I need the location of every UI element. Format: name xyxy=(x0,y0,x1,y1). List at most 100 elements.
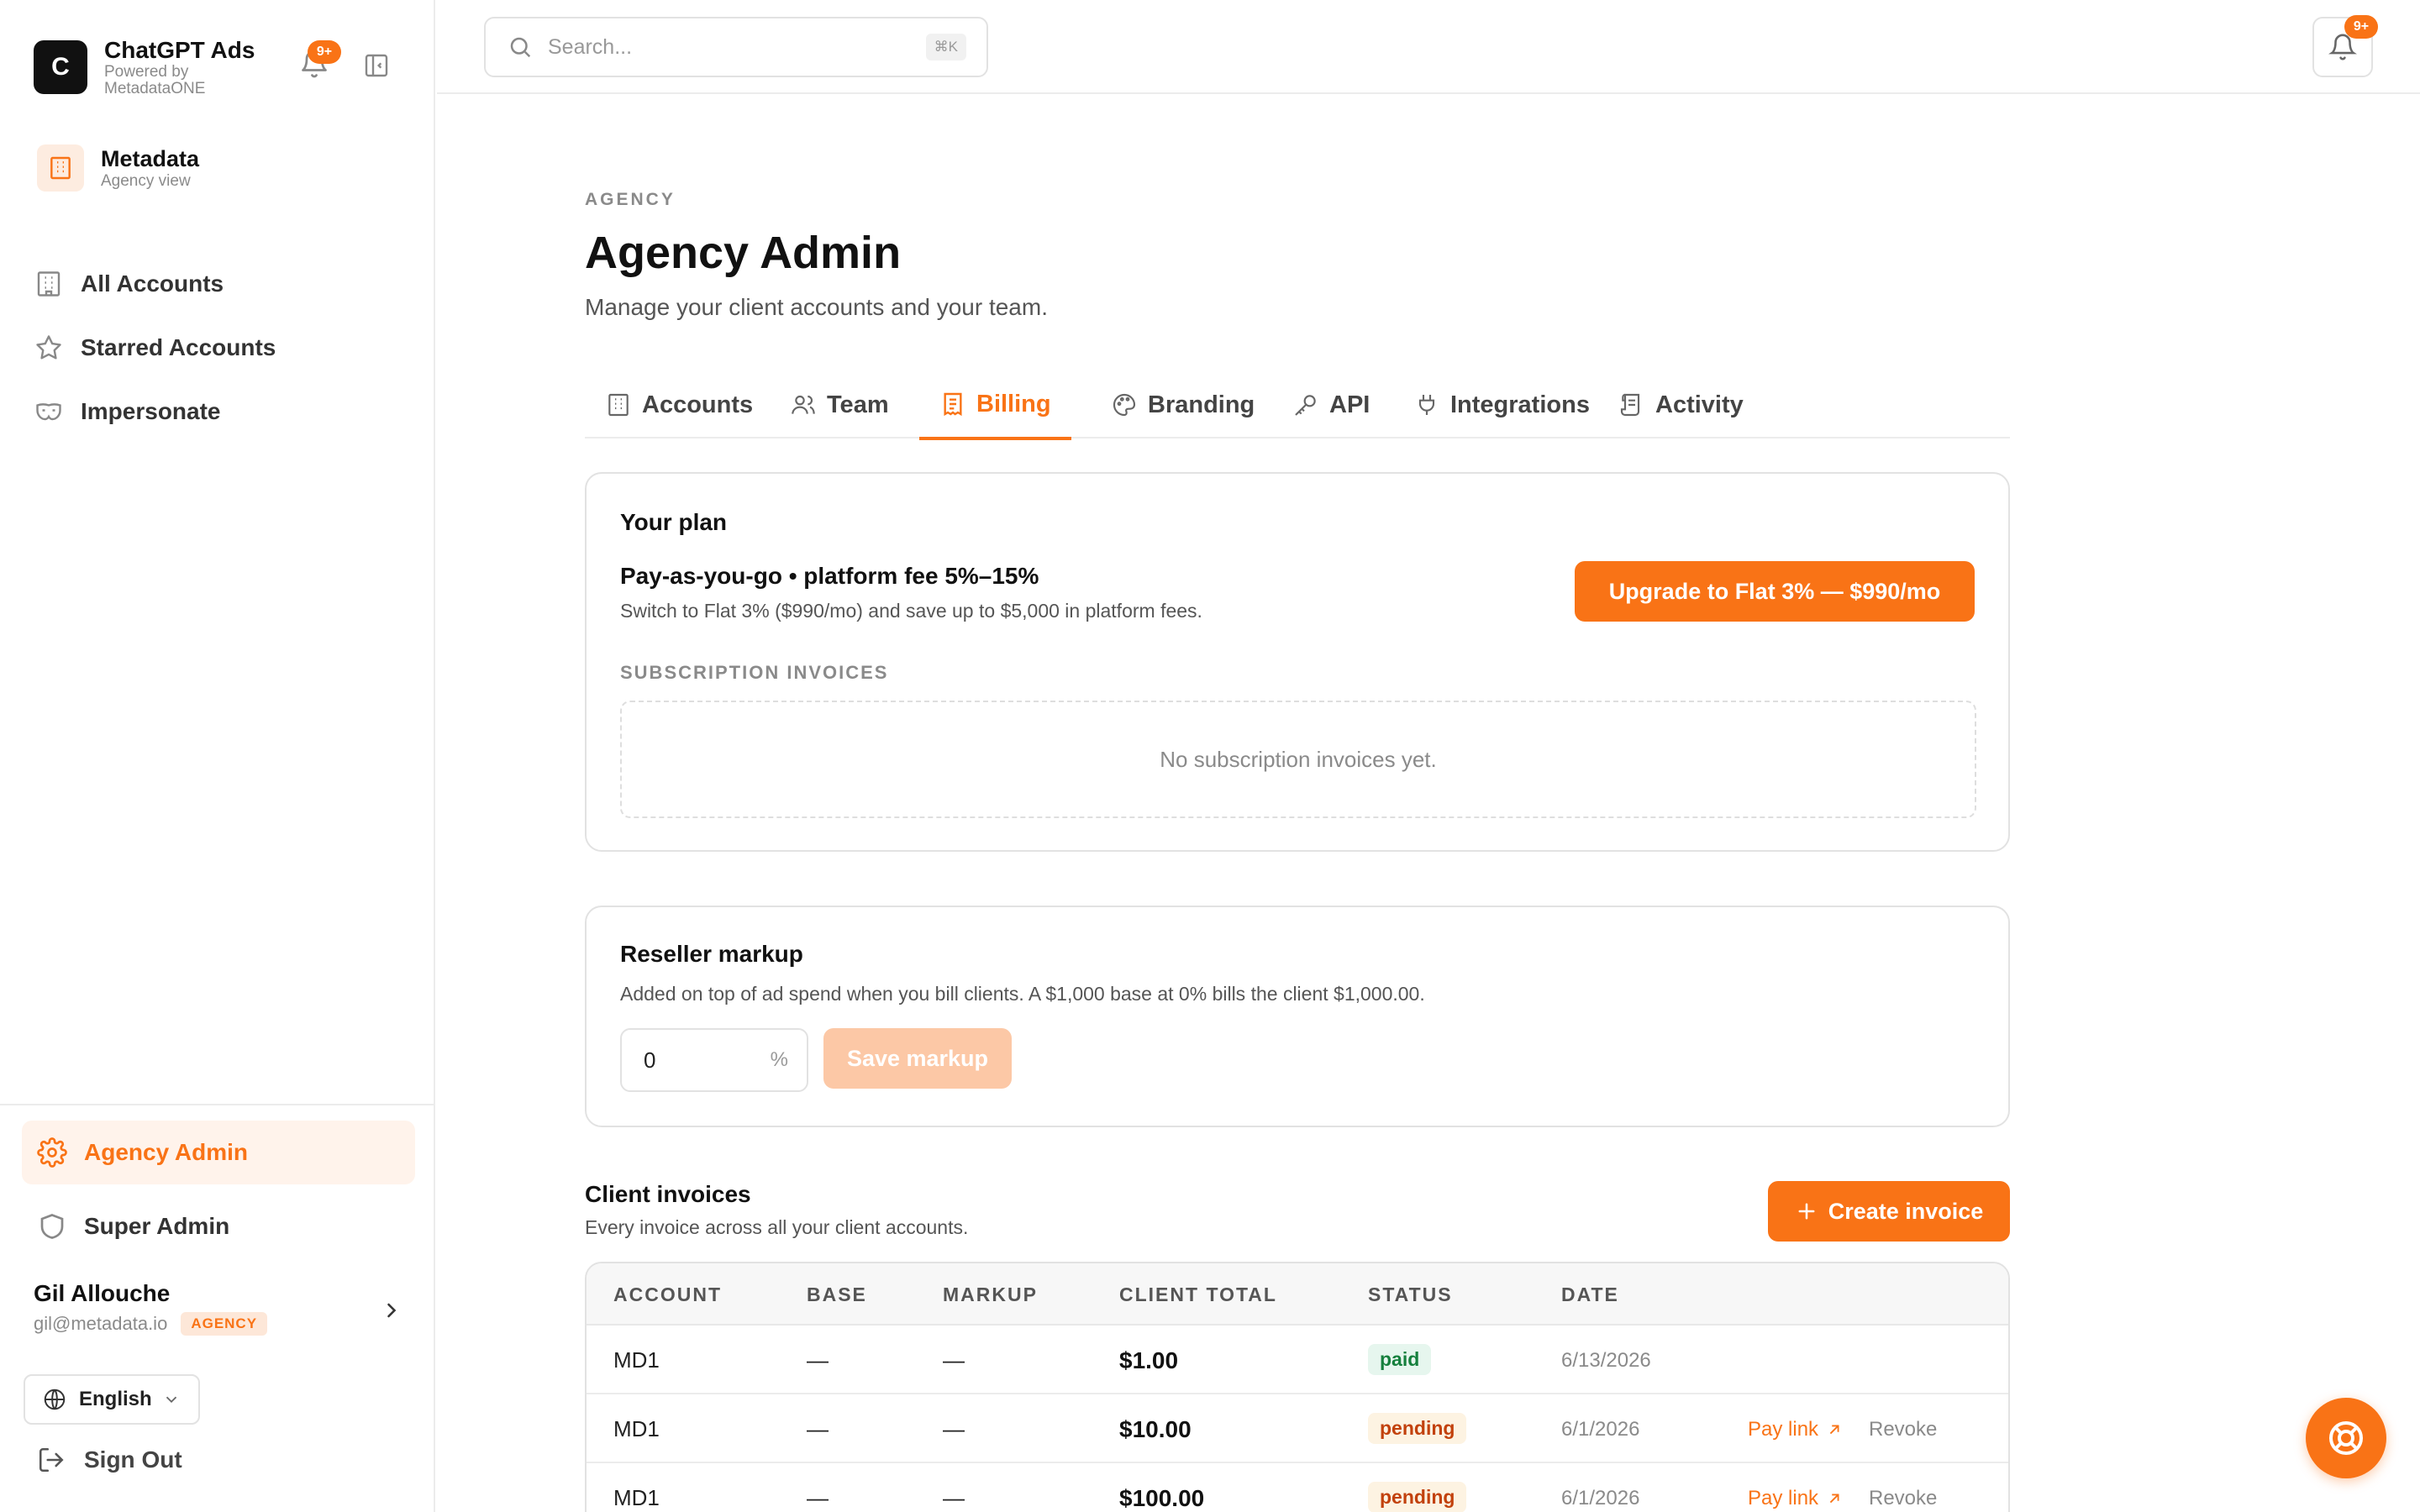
tab-activity[interactable]: Activity xyxy=(1598,371,1764,438)
notification-badge: 9+ xyxy=(308,40,341,64)
table-row[interactable]: MD1 — — $100.00 pending 6/1/2026 Pay lin… xyxy=(587,1463,2008,1512)
cell-date: 6/1/2026 xyxy=(1561,1418,1640,1441)
column-header: MARKUP xyxy=(943,1284,1038,1305)
sidebar-item-starred-accounts[interactable]: Starred Accounts xyxy=(34,316,403,380)
tab-team[interactable]: Team xyxy=(770,371,909,438)
cell-account: MD1 xyxy=(613,1416,660,1441)
sidebar-item-label: All Accounts xyxy=(81,270,224,297)
search-placeholder: Search... xyxy=(548,34,633,59)
sidebar-collapse-icon xyxy=(365,54,388,77)
subscription-invoices-label: SUBSCRIPTION INVOICES xyxy=(620,662,889,683)
notifications-button[interactable]: 9+ xyxy=(2312,15,2378,77)
client-invoices-table: ACCOUNT BASE MARKUP CLIENT TOTAL STATUS … xyxy=(585,1262,2010,1512)
cell-markup: — xyxy=(943,1485,965,1510)
log-out-icon xyxy=(39,1447,64,1473)
pay-link-label: Pay link xyxy=(1748,1487,1819,1509)
sidebar: C ChatGPT Ads Powered by MetadataONE 9+ … xyxy=(0,0,435,1512)
plus-icon xyxy=(1798,1203,1815,1220)
upgrade-plan-button[interactable]: Upgrade to Flat 3% — $990/mo xyxy=(1575,561,1975,622)
building-icon xyxy=(50,156,71,180)
user-email: gil@metadata.io xyxy=(34,1313,168,1334)
column-header: STATUS xyxy=(1368,1284,1453,1305)
cell-date: 6/1/2026 xyxy=(1561,1487,1640,1509)
percent-unit: % xyxy=(770,1048,788,1071)
sidebar-nav: All Accounts Starred Accounts Impersonat… xyxy=(34,252,403,444)
star-icon xyxy=(36,335,61,360)
page-subtitle: Manage your client accounts and your tea… xyxy=(585,294,1048,320)
markup-percent-input[interactable]: 0 % xyxy=(620,1028,808,1092)
plan-description: Switch to Flat 3% ($990/mo) and save up … xyxy=(620,600,1202,622)
cell-base: — xyxy=(807,1416,829,1441)
revoke-button[interactable]: Revoke xyxy=(1869,1418,1937,1441)
cell-date: 6/13/2026 xyxy=(1561,1349,1651,1372)
collapse-sidebar-button[interactable] xyxy=(363,52,390,79)
language-select[interactable]: English xyxy=(24,1374,200,1425)
role-badge: AGENCY xyxy=(181,1312,268,1336)
top-bar: Search... ⌘K 9+ xyxy=(437,0,2420,94)
brand-name: ChatGPT Ads xyxy=(104,37,255,63)
markup-card-title: Reseller markup xyxy=(620,941,803,967)
cell-client-total: $10.00 xyxy=(1119,1416,1192,1442)
tab-billing[interactable]: Billing xyxy=(919,371,1071,440)
scroll-icon xyxy=(1620,393,1640,417)
save-markup-button[interactable]: Save markup xyxy=(823,1028,1012,1089)
chevron-right-icon xyxy=(387,1303,397,1318)
tab-label: Integrations xyxy=(1450,391,1590,418)
tab-label: Billing xyxy=(976,390,1051,417)
empty-state: No subscription invoices yet. xyxy=(620,701,1976,818)
org-icon xyxy=(37,144,84,192)
gear-icon xyxy=(37,1137,67,1168)
key-icon xyxy=(1295,395,1316,416)
tab-integrations[interactable]: Integrations xyxy=(1393,371,1610,438)
user-menu[interactable]: Gil Allouche gil@metadata.io AGENCY xyxy=(34,1280,403,1336)
pay-link[interactable]: Pay link xyxy=(1748,1487,1844,1510)
brand-logo: C xyxy=(34,40,87,94)
sidebar-item-impersonate[interactable]: Impersonate xyxy=(34,380,403,444)
page-eyebrow: AGENCY xyxy=(585,190,676,209)
tab-accounts[interactable]: Accounts xyxy=(585,371,773,438)
notification-badge: 9+ xyxy=(2344,15,2378,39)
pay-link[interactable]: Pay link xyxy=(1748,1418,1844,1441)
brand[interactable]: C ChatGPT Ads Powered by MetadataONE xyxy=(34,37,255,97)
table-row[interactable]: MD1 — — $10.00 pending 6/1/2026 Pay link… xyxy=(587,1394,2008,1463)
building-icon xyxy=(37,271,60,297)
tab-label: API xyxy=(1329,391,1370,418)
sidebar-notifications-button[interactable]: 9+ xyxy=(299,40,341,79)
org-switcher[interactable]: Metadata Agency view xyxy=(37,144,199,192)
sidebar-item-all-accounts[interactable]: All Accounts xyxy=(34,252,403,316)
sidebar-item-label: Super Admin xyxy=(84,1213,230,1239)
palette-icon xyxy=(1113,393,1136,417)
table-row[interactable]: MD1 — — $1.00 paid 6/13/2026 xyxy=(587,1326,2008,1394)
globe-icon xyxy=(44,1389,66,1410)
help-button[interactable] xyxy=(2306,1398,2386,1478)
reseller-markup-card: Reseller markup Added on top of ad spend… xyxy=(585,906,2010,1127)
markup-value: 0 xyxy=(644,1047,656,1073)
column-header: CLIENT TOTAL xyxy=(1119,1284,1277,1305)
external-link-icon xyxy=(1829,1425,1839,1435)
tab-api[interactable]: API xyxy=(1272,371,1390,438)
divider xyxy=(0,1104,435,1105)
search-icon xyxy=(510,37,531,58)
tab-branding[interactable]: Branding xyxy=(1091,371,1275,438)
cell-markup: — xyxy=(943,1416,965,1441)
cell-client-total: $100.00 xyxy=(1119,1485,1205,1511)
brand-powered-by: Powered by MetadataONE xyxy=(104,63,206,97)
chevron-down-icon xyxy=(166,1396,176,1404)
status-badge: pending xyxy=(1368,1413,1467,1444)
building-icon xyxy=(608,393,629,417)
sign-out-button[interactable]: Sign Out xyxy=(37,1441,182,1478)
revoke-button[interactable]: Revoke xyxy=(1869,1487,1937,1510)
page-title: Agency Admin xyxy=(585,228,902,278)
sidebar-item-agency-admin[interactable]: Agency Admin xyxy=(22,1121,415,1184)
lifebuoy-icon xyxy=(2329,1421,2363,1455)
search-input[interactable]: Search... ⌘K xyxy=(484,17,988,77)
markup-description: Added on top of ad spend when you bill c… xyxy=(620,983,1425,1005)
cell-client-total: $1.00 xyxy=(1119,1347,1179,1373)
admin-tabs: Accounts Team Billing Branding API Integ… xyxy=(585,371,2010,440)
pay-link-label: Pay link xyxy=(1748,1418,1819,1441)
create-invoice-button[interactable]: Create invoice xyxy=(1768,1181,2010,1242)
sidebar-item-super-admin[interactable]: Super Admin xyxy=(22,1194,415,1258)
cell-markup: — xyxy=(943,1347,965,1373)
sidebar-item-label: Starred Accounts xyxy=(81,334,276,360)
plug-icon xyxy=(1418,395,1435,415)
